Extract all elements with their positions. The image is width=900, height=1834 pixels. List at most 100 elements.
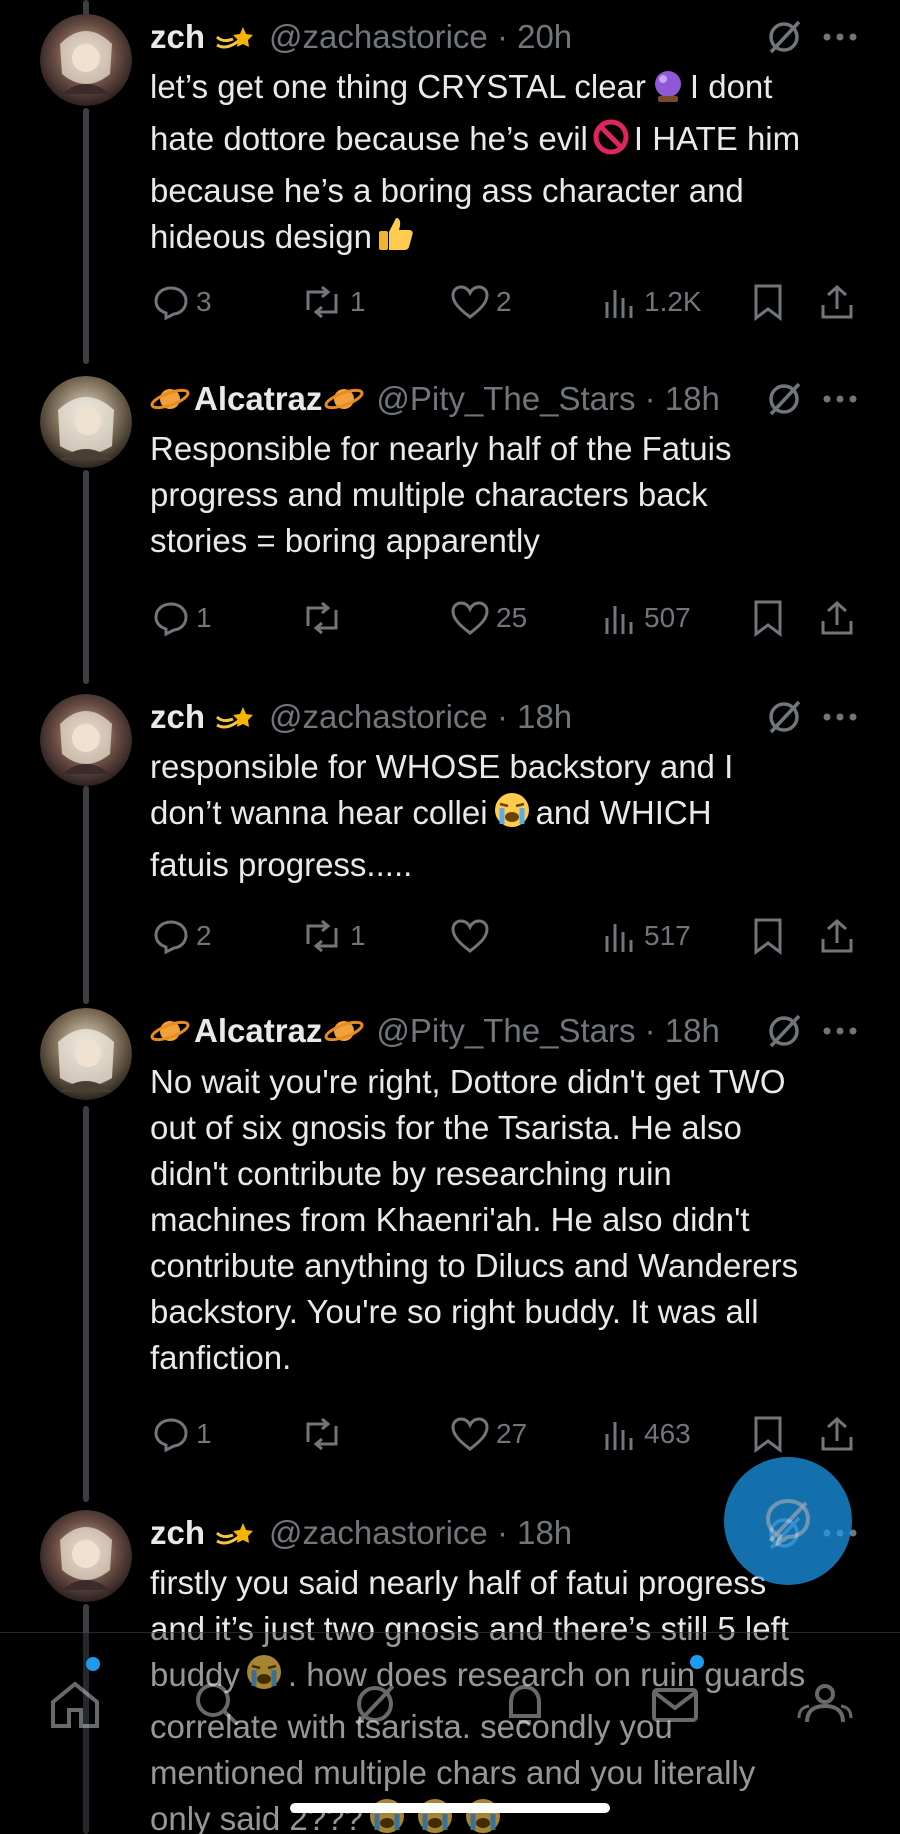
tweet-text: responsible for WHOSE backstory and I do… — [150, 748, 734, 883]
handle-timestamp: @Pity_The_Stars · 18h — [376, 1012, 720, 1049]
share-icon — [821, 1416, 853, 1451]
repost-button[interactable] — [300, 1412, 350, 1456]
home-indicator[interactable] — [290, 1803, 610, 1813]
tweet[interactable]: Alcatraz @Pity_The_Stars · 18h Responsib… — [0, 340, 900, 670]
share-button[interactable] — [818, 280, 856, 324]
like-button[interactable] — [450, 914, 496, 958]
reply-icon — [154, 920, 188, 955]
repost-icon — [306, 919, 338, 953]
repost-icon — [306, 1417, 338, 1451]
saturn-icon — [324, 381, 364, 417]
bookmark-icon — [754, 284, 782, 321]
handle-timestamp: @zachastorice · 20h — [269, 18, 573, 55]
communities-icon — [797, 1684, 853, 1723]
avatar[interactable] — [40, 14, 132, 106]
action-bar: 3 1 2 1.2K — [150, 280, 860, 324]
bookmark-button[interactable] — [752, 914, 784, 958]
share-icon — [821, 600, 853, 635]
like-button[interactable]: 25 — [450, 596, 527, 640]
tweet-text: No wait you're right, Dottore didn't get… — [150, 1063, 799, 1376]
share-button[interactable] — [818, 1412, 856, 1456]
grok-icon — [355, 1684, 395, 1726]
messages-notification-dot — [690, 1655, 704, 1669]
reply-button[interactable]: 1 — [152, 1412, 212, 1456]
avatar[interactable] — [40, 1510, 132, 1602]
views-icon — [605, 924, 633, 952]
tweet-text: Responsible for nearly half of the Fatui… — [150, 430, 732, 559]
nav-notifications[interactable] — [490, 1669, 560, 1739]
views-button[interactable]: 463 — [602, 1412, 691, 1456]
bookmark-button[interactable] — [752, 280, 784, 324]
search-icon — [196, 1683, 239, 1726]
crystal-ball-icon — [650, 68, 686, 116]
bookmark-button[interactable] — [752, 1412, 784, 1456]
like-button[interactable]: 27 — [450, 1412, 527, 1456]
tweet-text: let’s get one thing CRYSTAL clear I dont … — [150, 64, 860, 266]
views-button[interactable]: 1.2K — [602, 280, 702, 324]
avatar[interactable] — [40, 1008, 132, 1100]
repost-button[interactable]: 1 — [300, 280, 366, 324]
nav-messages[interactable] — [640, 1669, 710, 1739]
reply-icon — [154, 1418, 188, 1453]
avatar[interactable] — [40, 376, 132, 468]
nav-search[interactable] — [182, 1669, 252, 1739]
reply-button[interactable]: 3 — [152, 280, 212, 324]
display-name[interactable]: zch — [150, 1514, 205, 1552]
action-bar: 1 27 463 — [150, 1412, 860, 1456]
share-icon — [821, 918, 853, 953]
notifications-icon — [509, 1684, 541, 1724]
tweet[interactable]: zch @zachastorice · 18h responsible for … — [0, 670, 900, 1000]
grok-icon[interactable] — [764, 1011, 804, 1051]
home-notification-dot — [86, 1657, 100, 1671]
action-bar: 1 25 507 — [150, 596, 860, 640]
views-icon — [605, 290, 633, 318]
like-button[interactable]: 2 — [450, 280, 512, 324]
heart-icon — [451, 1417, 489, 1451]
repost-button[interactable] — [300, 596, 350, 640]
more-icon[interactable] — [822, 1026, 858, 1036]
nav-home[interactable] — [40, 1669, 110, 1739]
handle-timestamp: @Pity_The_Stars · 18h — [376, 380, 720, 417]
home-icon — [51, 1681, 99, 1728]
reply-button[interactable]: 1 — [152, 596, 212, 640]
tweet[interactable]: Alcatraz @Pity_The_Stars · 18h No wait y… — [0, 1000, 900, 1500]
grok-icon[interactable] — [764, 379, 804, 419]
display-name[interactable]: Alcatraz — [194, 380, 322, 418]
more-icon[interactable] — [822, 394, 858, 404]
handle-timestamp: @zachastorice · 18h — [269, 1514, 573, 1551]
shooting-star-icon — [213, 697, 257, 737]
handle-timestamp: @zachastorice · 18h — [269, 698, 573, 735]
nav-grok[interactable] — [340, 1669, 410, 1739]
bookmark-icon — [754, 1416, 782, 1453]
repost-icon — [306, 601, 338, 635]
reply-button[interactable]: 2 — [152, 914, 212, 958]
avatar[interactable] — [40, 694, 132, 786]
display-name[interactable]: zch — [150, 18, 205, 56]
tweet[interactable]: zch @zachastorice · 20h let’s get one th… — [0, 0, 900, 340]
repost-button[interactable]: 1 — [300, 914, 366, 958]
views-button[interactable]: 517 — [602, 914, 691, 958]
repost-icon — [306, 285, 338, 319]
bookmark-button[interactable] — [752, 596, 784, 640]
grok-icon[interactable] — [764, 17, 804, 57]
saturn-icon — [150, 381, 190, 417]
nav-communities[interactable] — [790, 1669, 860, 1739]
share-button[interactable] — [818, 596, 856, 640]
bookmark-icon — [754, 600, 782, 637]
reply-icon — [154, 286, 188, 321]
views-button[interactable]: 507 — [602, 596, 691, 640]
display-name[interactable]: Alcatraz — [194, 1012, 322, 1050]
display-name[interactable]: zch — [150, 698, 205, 736]
more-icon[interactable] — [822, 32, 858, 42]
floating-grok-button[interactable] — [724, 1457, 852, 1585]
share-button[interactable] — [818, 914, 856, 958]
grok-icon — [765, 1498, 811, 1548]
more-icon[interactable] — [822, 712, 858, 722]
crying-face-icon — [492, 790, 532, 842]
thumbs-up-icon — [376, 214, 416, 266]
prohibited-icon — [592, 118, 630, 168]
bookmark-icon — [754, 918, 782, 955]
grok-icon[interactable] — [764, 697, 804, 737]
heart-icon — [451, 919, 489, 953]
share-icon — [821, 284, 853, 319]
